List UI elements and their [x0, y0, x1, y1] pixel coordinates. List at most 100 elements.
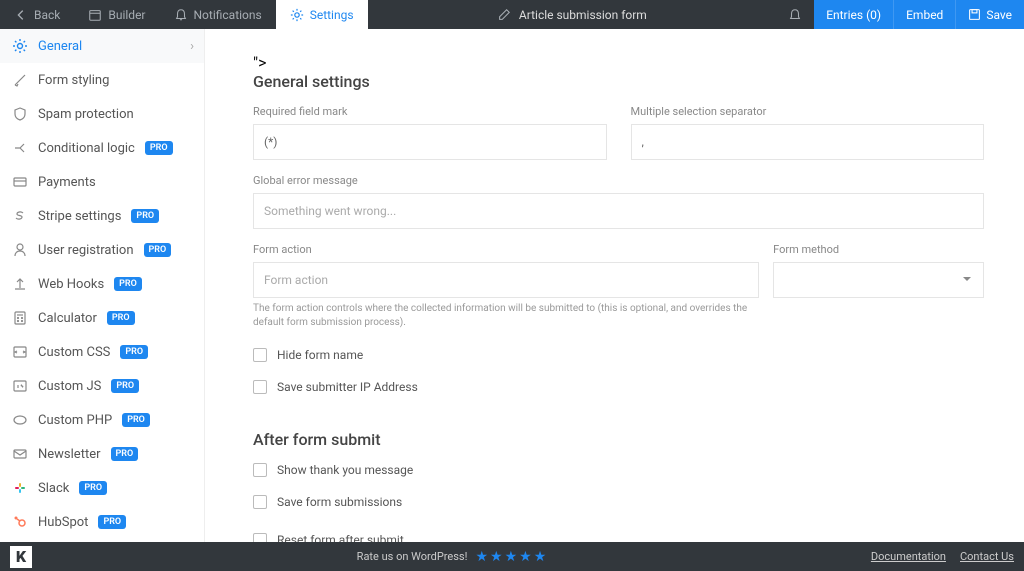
save-button[interactable]: Save — [956, 0, 1024, 29]
form-action-input[interactable] — [253, 262, 759, 298]
save-submissions-checkbox[interactable] — [253, 495, 267, 509]
sidebar-item-custom-css[interactable]: Custom CSS PRO — [0, 335, 204, 369]
brush-icon — [12, 72, 28, 88]
notif-bell[interactable] — [776, 0, 814, 29]
card-icon — [12, 174, 28, 190]
star-icon: ★ — [519, 549, 532, 565]
star-icon: ★ — [505, 549, 518, 565]
form-title[interactable]: Article submission form — [519, 8, 647, 22]
chevron-right-icon: › — [190, 39, 194, 54]
sidebar-item-label: User registration — [38, 243, 134, 258]
sidebar-item-calculator[interactable]: Calculator PRO — [0, 301, 204, 335]
sidebar-item-custom-php[interactable]: Custom PHP PRO — [0, 403, 204, 437]
required-mark-input[interactable] — [253, 124, 607, 160]
global-error-label: Global error message — [253, 174, 984, 187]
title-area: Article submission form — [368, 0, 777, 29]
gear-icon — [12, 38, 28, 54]
reset-form-checkbox[interactable] — [253, 533, 267, 542]
sidebar-item-label: Custom PHP — [38, 413, 112, 428]
required-mark-label: Required field mark — [253, 105, 607, 118]
pro-badge: PRO — [79, 481, 107, 495]
global-error-input[interactable] — [253, 193, 984, 229]
builder-tab[interactable]: Builder — [74, 0, 159, 29]
sidebar-item-payments[interactable]: Payments — [0, 165, 204, 199]
sidebar-item-label: Slack — [38, 481, 69, 496]
sidebar-item-label: Custom CSS — [38, 345, 110, 360]
pro-badge: PRO — [145, 141, 173, 155]
show-thanks-label: Show thank you message — [277, 463, 413, 477]
sidebar-item-label: General — [38, 39, 82, 54]
pro-badge: PRO — [114, 277, 142, 291]
contact-link[interactable]: Contact Us — [960, 550, 1014, 563]
sidebar-item-label: Newsletter — [38, 447, 101, 462]
separator-input[interactable] — [631, 124, 985, 160]
documentation-link[interactable]: Documentation — [871, 550, 946, 563]
save-ip-checkbox[interactable] — [253, 380, 267, 394]
main-content: "> General settings Required field mark … — [204, 29, 1024, 542]
branch-icon — [12, 140, 28, 156]
pro-badge: PRO — [122, 413, 150, 427]
notifications-tab[interactable]: Notifications — [160, 0, 276, 29]
separator-label: Multiple selection separator — [631, 105, 985, 118]
save-ip-label: Save submitter IP Address — [277, 380, 418, 394]
settings-label: Settings — [310, 8, 354, 22]
sidebar-item-spam[interactable]: Spam protection — [0, 97, 204, 131]
embed-button[interactable]: Embed — [894, 0, 956, 29]
rating-stars[interactable]: ★ ★ ★ ★ ★ — [475, 549, 546, 565]
sidebar-item-label: Form styling — [38, 73, 109, 88]
sidebar-item-slack[interactable]: Slack PRO — [0, 471, 204, 505]
css-icon — [12, 344, 28, 360]
sidebar-item-label: Payments — [38, 175, 96, 190]
bell-icon — [174, 8, 188, 22]
form-method-label: Form method — [773, 243, 984, 256]
hide-form-name-checkbox[interactable] — [253, 348, 267, 362]
form-method-select[interactable] — [773, 262, 984, 298]
star-icon: ★ — [534, 549, 547, 565]
php-icon — [12, 412, 28, 428]
sidebar-item-label: Web Hooks — [38, 277, 104, 292]
sidebar-item-general[interactable]: General › — [0, 29, 204, 63]
star-icon: ★ — [490, 549, 503, 565]
sidebar-item-webhooks[interactable]: Web Hooks PRO — [0, 267, 204, 301]
save-icon — [968, 8, 981, 21]
calendar-icon — [88, 8, 102, 22]
pro-badge: PRO — [120, 345, 148, 359]
hide-form-name-label: Hide form name — [277, 348, 363, 362]
edit-icon — [497, 8, 511, 22]
sidebar: General › Form styling Spam protection C… — [0, 29, 204, 542]
mail-icon — [12, 446, 28, 462]
pro-badge: PRO — [111, 379, 139, 393]
rate-label: Rate us on WordPress! — [357, 550, 468, 563]
sidebar-item-newsletter[interactable]: Newsletter PRO — [0, 437, 204, 471]
sidebar-item-label: Stripe settings — [38, 209, 121, 224]
pro-badge: PRO — [111, 447, 139, 461]
builder-label: Builder — [108, 8, 145, 22]
form-action-label: Form action — [253, 243, 759, 256]
bell-icon — [788, 8, 802, 22]
sidebar-item-custom-js[interactable]: Custom JS PRO — [0, 369, 204, 403]
star-icon: ★ — [475, 549, 488, 565]
pro-badge: PRO — [131, 209, 159, 223]
sidebar-item-conditional[interactable]: Conditional logic PRO — [0, 131, 204, 165]
sidebar-item-stripe[interactable]: Stripe settings PRO — [0, 199, 204, 233]
logo-k: K — [10, 546, 32, 568]
calculator-icon — [12, 310, 28, 326]
sidebar-item-hubspot[interactable]: HubSpot PRO — [0, 505, 204, 539]
sidebar-item-label: Conditional logic — [38, 141, 135, 156]
save-submissions-label: Save form submissions — [277, 495, 402, 509]
shield-icon — [12, 106, 28, 122]
upload-icon — [12, 276, 28, 292]
show-thanks-checkbox[interactable] — [253, 463, 267, 477]
hubspot-icon — [12, 514, 28, 530]
sidebar-item-user-reg[interactable]: User registration PRO — [0, 233, 204, 267]
back-button[interactable]: Back — [0, 0, 74, 29]
form-action-help: The form action controls where the colle… — [253, 302, 759, 330]
section-title-after: After form submit — [253, 430, 984, 449]
back-label: Back — [34, 8, 60, 22]
sidebar-item-form-styling[interactable]: Form styling — [0, 63, 204, 97]
sidebar-item-label: Spam protection — [38, 107, 134, 122]
entries-button[interactable]: Entries (0) — [814, 0, 894, 29]
settings-tab[interactable]: Settings — [276, 0, 368, 29]
gear-icon — [290, 8, 304, 22]
sidebar-item-label: Custom JS — [38, 379, 101, 394]
